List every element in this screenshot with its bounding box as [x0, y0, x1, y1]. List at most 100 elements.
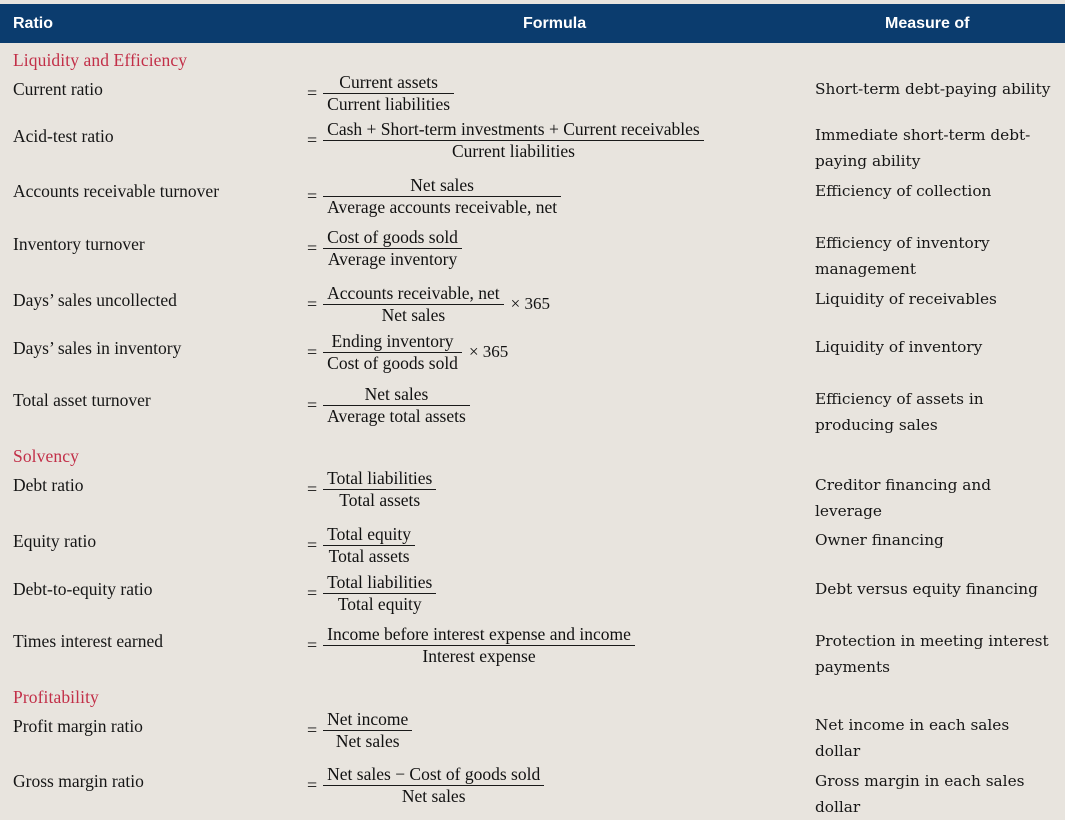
fraction-denominator: Total assets	[328, 545, 410, 566]
measure-total-asset-turnover-line2: producing sales	[815, 416, 938, 434]
ratio-name-current-ratio: Current ratio	[13, 79, 103, 99]
formula-debt-to-equity-ratio: = Total liabilities Total equity	[307, 573, 437, 614]
measure-debt-to-equity-ratio: Debt versus equity financing	[815, 580, 1038, 598]
measure-days-sales-uncollected: Liquidity of receivables	[815, 290, 997, 308]
equals-icon: =	[307, 186, 318, 207]
fraction-denominator: Current liabilities	[327, 93, 451, 114]
fraction-numerator: Ending inventory	[323, 332, 462, 353]
equals-icon: =	[307, 583, 318, 604]
equals-icon: =	[307, 635, 318, 656]
measure-profit-margin-ratio: Net income in each sales	[815, 716, 1010, 734]
formula-equity-ratio: = Total equity Total assets	[307, 525, 415, 565]
fraction-denominator: Net sales	[381, 304, 446, 325]
fraction-numerator: Net sales − Cost of goods sold	[323, 765, 545, 786]
fraction: Net sales Average total assets	[323, 385, 470, 425]
fraction: Net sales Average accounts receivable, n…	[323, 176, 562, 217]
equals-icon: =	[307, 395, 318, 416]
fraction-denominator: Net sales	[335, 730, 400, 751]
measure-current-ratio: Short-term debt-paying ability	[815, 80, 1051, 98]
measure-inventory-turnover: Efficiency of inventory	[815, 234, 990, 252]
ratio-name-accounts-receivable-turnover: Accounts receivable turnover	[13, 181, 220, 201]
ratio-name-days-sales-uncollected: Days’ sales uncollected	[13, 290, 177, 310]
measure-accounts-receivable-turnover: Efficiency of collection	[815, 182, 992, 200]
ratio-name-days-sales-in-inventory: Days’ sales in inventory	[13, 338, 182, 358]
ratio-name-acid-test-ratio: Acid-test ratio	[13, 126, 114, 146]
measure-profit-margin-ratio-line2: dollar	[815, 742, 861, 760]
formula-profit-margin-ratio: = Net income Net sales	[307, 710, 413, 751]
formula-multiplier: × 365	[510, 294, 550, 314]
measure-debt-ratio: Creditor financing and	[815, 476, 992, 494]
measure-inventory-turnover-line2: management	[815, 260, 916, 278]
formula-debt-ratio: = Total liabilities Total assets	[307, 469, 437, 509]
fraction-numerator: Total liabilities	[323, 573, 437, 594]
fraction: Ending inventory Cost of goods sold	[323, 332, 462, 372]
column-header-formula: Formula	[523, 15, 587, 32]
equals-icon: =	[307, 130, 318, 151]
equals-icon: =	[307, 775, 318, 796]
fraction-numerator: Total equity	[323, 525, 415, 546]
fraction-numerator: Net sales	[323, 385, 470, 406]
fraction-numerator: Total liabilities	[323, 469, 437, 490]
table-header-bar: Ratio Formula Measure of	[0, 4, 1065, 43]
measure-equity-ratio: Owner financing	[815, 531, 944, 549]
ratio-name-profit-margin-ratio: Profit margin ratio	[13, 716, 143, 736]
fraction-denominator: Net sales	[401, 785, 466, 806]
formula-inventory-turnover: = Cost of goods sold Average inventory	[307, 228, 462, 268]
section-title-profitability: Profitability	[13, 687, 99, 707]
fraction-numerator: Current assets	[323, 73, 455, 94]
fraction-numerator: Net income	[323, 710, 413, 731]
fraction-numerator: Cost of goods sold	[323, 228, 462, 249]
fraction: Total liabilities Total assets	[323, 469, 437, 509]
ratio-name-debt-to-equity-ratio: Debt-to-equity ratio	[13, 579, 153, 599]
fraction: Cost of goods sold Average inventory	[323, 228, 462, 268]
measure-times-interest-earned: Protection in meeting interest	[815, 632, 1049, 650]
formula-accounts-receivable-turnover: = Net sales Average accounts receivable,…	[307, 176, 562, 217]
fraction: Net income Net sales	[323, 710, 413, 751]
measure-debt-ratio-line2: leverage	[815, 502, 882, 520]
fraction-denominator: Total equity	[337, 593, 422, 614]
formula-multiplier: × 365	[468, 342, 509, 362]
fraction-numerator: Net sales	[323, 176, 562, 197]
equals-icon: =	[307, 294, 318, 315]
ratio-name-gross-margin-ratio: Gross margin ratio	[13, 771, 144, 791]
column-header-ratio: Ratio	[13, 15, 53, 32]
fraction: Current assets Current liabilities	[323, 73, 455, 114]
measure-gross-margin-ratio: Gross margin in each sales	[815, 772, 1025, 790]
measure-days-sales-in-inventory: Liquidity of inventory	[815, 338, 983, 356]
formula-days-sales-uncollected: = Accounts receivable, net Net sales × 3…	[307, 284, 550, 324]
fraction: Total equity Total assets	[323, 525, 415, 565]
equals-icon: =	[307, 342, 318, 363]
equals-icon: =	[307, 238, 318, 259]
fraction-denominator: Average inventory	[327, 248, 458, 269]
formula-times-interest-earned: = Income before interest expense and inc…	[307, 625, 635, 665]
fraction-denominator: Average accounts receivable, net	[327, 196, 558, 217]
ratio-name-times-interest-earned: Times interest earned	[13, 631, 164, 651]
formula-total-asset-turnover: = Net sales Average total assets	[307, 385, 470, 425]
section-title-liquidity: Liquidity and Efficiency	[13, 50, 188, 70]
ratio-name-equity-ratio: Equity ratio	[13, 531, 97, 551]
section-title-solvency: Solvency	[13, 446, 79, 466]
ratio-summary-table: Ratio Formula Measure of Liquidity and E…	[0, 0, 1065, 820]
column-header-measure: Measure of	[885, 15, 970, 32]
formula-gross-margin-ratio: = Net sales − Cost of goods sold Net sal…	[307, 765, 545, 806]
equals-icon: =	[307, 83, 318, 104]
fraction: Accounts receivable, net Net sales	[323, 284, 504, 324]
measure-times-interest-earned-line2: payments	[815, 658, 890, 676]
fraction-numerator: Cash + Short-term investments + Current …	[323, 120, 704, 141]
fraction: Net sales − Cost of goods sold Net sales	[323, 765, 545, 806]
measure-acid-test-ratio: Immediate short-term debt-	[815, 126, 1031, 144]
fraction-numerator: Income before interest expense and incom…	[323, 625, 635, 646]
fraction-denominator: Current liabilities	[451, 140, 575, 161]
measure-acid-test-ratio-line2: paying ability	[815, 152, 921, 170]
formula-days-sales-in-inventory: = Ending inventory Cost of goods sold × …	[307, 332, 508, 372]
fraction: Total liabilities Total equity	[323, 573, 437, 614]
equals-icon: =	[307, 479, 318, 500]
formula-acid-test-ratio: = Cash + Short-term investments + Curren…	[307, 120, 704, 160]
ratio-name-debt-ratio: Debt ratio	[13, 475, 84, 495]
fraction-denominator: Average total assets	[327, 405, 466, 426]
measure-gross-margin-ratio-line2: dollar	[815, 798, 861, 816]
measure-total-asset-turnover: Efficiency of assets in	[815, 390, 984, 408]
ratio-name-inventory-turnover: Inventory turnover	[13, 234, 145, 254]
ratio-name-total-asset-turnover: Total asset turnover	[13, 390, 151, 410]
equals-icon: =	[307, 720, 318, 741]
